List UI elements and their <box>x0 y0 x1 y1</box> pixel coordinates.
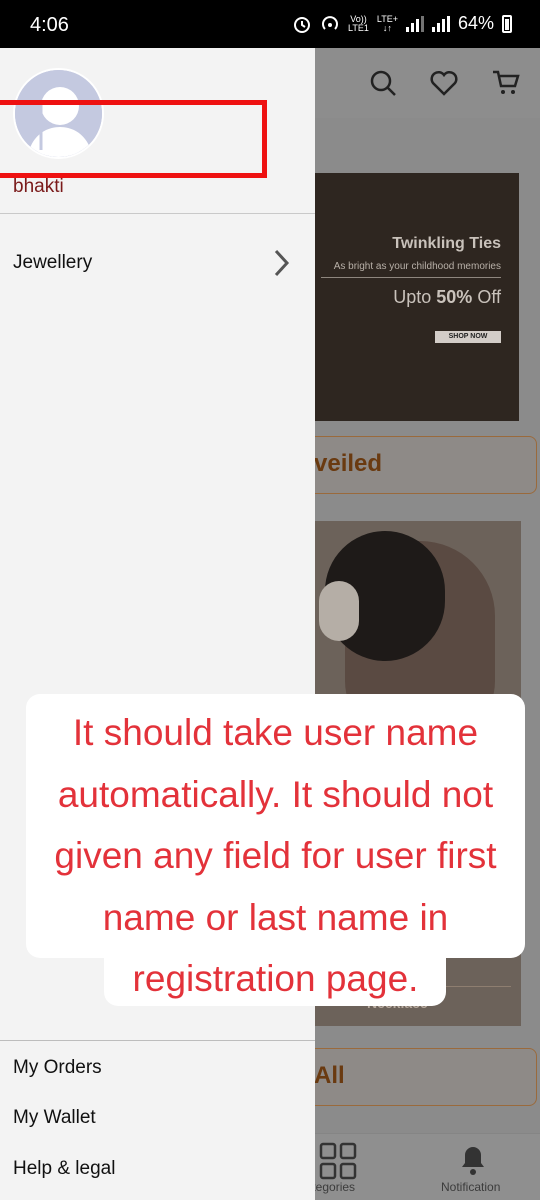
promo-banner-twinkling-ties[interactable]: Twinkling Ties As bright as your childho… <box>315 173 519 421</box>
categories-label[interactable]: Categories <box>315 1180 355 1194</box>
drawer-divider <box>0 213 315 214</box>
category-pill-veiled[interactable]: veiled <box>315 436 537 494</box>
banner-offer: Upto 50% Off <box>393 287 501 307</box>
drawer-item-label: Jewellery <box>13 252 93 273</box>
background-home-screen: Twinkling Ties As bright as your childho… <box>315 48 540 1200</box>
signal-1-icon <box>405 15 424 32</box>
bottom-nav: Categories Notification <box>315 1133 540 1200</box>
bg-header <box>315 48 540 118</box>
shop-now-button[interactable]: SHOP NOW <box>435 331 501 343</box>
cart-icon[interactable] <box>491 68 521 98</box>
annotation-text: It should take user name automatically. … <box>54 712 497 999</box>
status-time: 4:06 <box>30 14 69 36</box>
navigation-drawer: bhakti Jewellery My Orders My Wallet Hel… <box>0 48 315 1200</box>
view-all-pill[interactable]: All <box>315 1048 537 1106</box>
bell-icon[interactable] <box>458 1144 488 1176</box>
status-bar: 4:06 Vo)) LTE1 LTE+ ↓↑ 64% <box>0 0 540 48</box>
drawer-item-my-wallet[interactable]: My Wallet <box>13 1107 96 1129</box>
drawer-footer-divider <box>0 1040 315 1041</box>
banner-divider <box>321 277 501 278</box>
volte-indicator: Vo)) LTE1 <box>348 13 369 33</box>
status-icons: Vo)) LTE1 LTE+ ↓↑ 64% <box>292 13 512 34</box>
banner-title: Twinkling Ties <box>392 235 501 252</box>
drawer-item-help-legal[interactable]: Help & legal <box>13 1158 115 1180</box>
battery-icon <box>502 14 512 33</box>
username-highlight-box <box>0 100 267 178</box>
search-icon[interactable] <box>368 68 398 98</box>
signal-2-icon <box>431 15 450 32</box>
drawer-item-my-orders[interactable]: My Orders <box>13 1057 102 1079</box>
battery-percent: 64% <box>457 13 494 33</box>
chevron-right-icon <box>274 249 290 277</box>
heart-icon[interactable] <box>429 68 459 98</box>
banner-subtitle: As bright as your childhood memories <box>333 261 501 272</box>
drawer-username: bhakti <box>13 176 64 197</box>
lte-indicator: LTE+ ↓↑ <box>376 13 398 33</box>
alarm-icon <box>294 16 311 33</box>
categories-icon[interactable] <box>319 1142 357 1180</box>
notification-label[interactable]: Notification <box>441 1180 500 1194</box>
hotspot-icon <box>322 15 338 30</box>
drawer-item-jewellery[interactable]: Jewellery <box>0 238 315 290</box>
